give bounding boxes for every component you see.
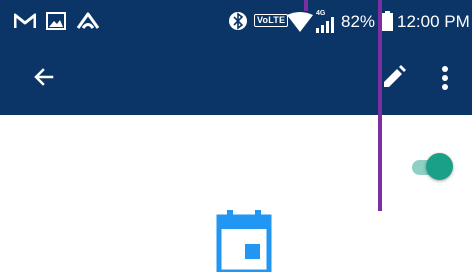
signal-icon — [316, 17, 334, 33]
battery-percent: 82% — [341, 12, 376, 31]
overlay-line-right — [378, 0, 382, 211]
more-vert-icon[interactable] — [441, 65, 449, 91]
wifi-icon — [287, 12, 313, 32]
toggle-thumb — [426, 153, 453, 180]
arrow-back-icon[interactable] — [32, 65, 56, 89]
app-bar — [0, 42, 472, 115]
status-bar: VoLTE 4G 82% 12:00 PM — [0, 0, 472, 42]
gallery-icon — [46, 12, 66, 30]
calendar-icon — [216, 210, 272, 272]
toggle-switch[interactable] — [410, 152, 454, 182]
battery-icon — [382, 11, 393, 31]
bluetooth-icon — [229, 12, 247, 30]
gmail-icon — [14, 13, 36, 28]
app-icon — [76, 12, 100, 29]
edit-pencil-icon[interactable] — [381, 64, 407, 90]
volte-badge: VoLTE — [254, 14, 289, 27]
overlay-line-left — [304, 0, 308, 11]
clock: 12:00 PM — [397, 12, 470, 31]
